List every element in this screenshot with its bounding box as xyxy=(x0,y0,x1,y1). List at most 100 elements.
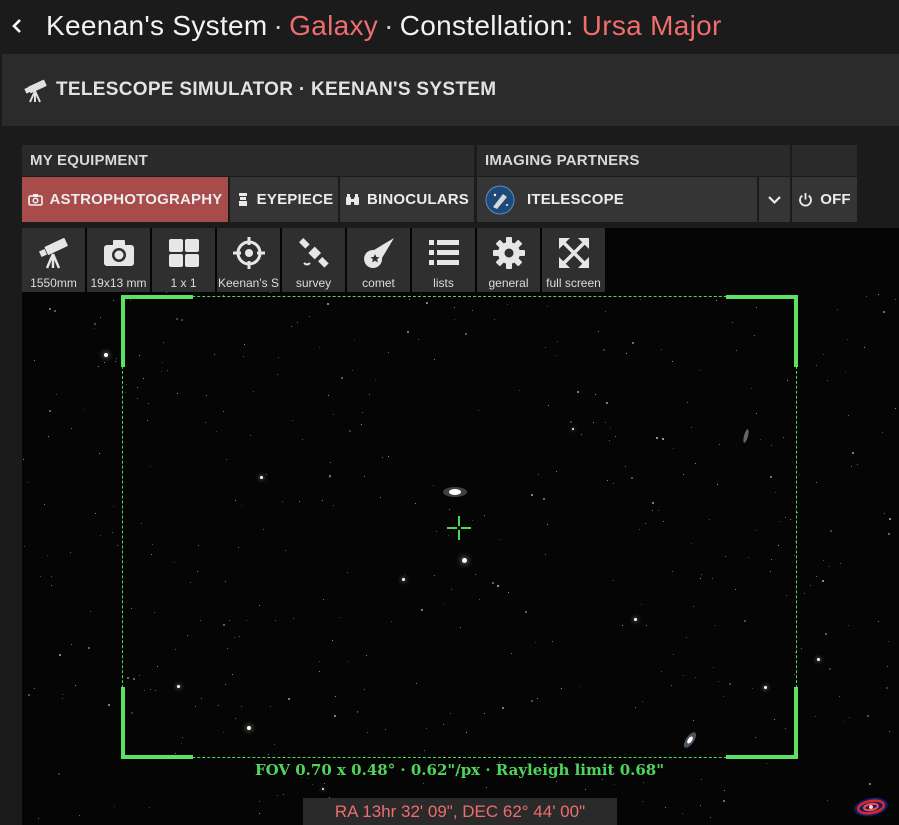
title-separator: · xyxy=(384,10,394,41)
sky-view[interactable]: 1550mm 19x13 mm 1 x 1 Keenan's S survey … xyxy=(22,228,899,825)
general-settings-tool[interactable]: general xyxy=(477,228,540,292)
binning-tool[interactable]: 1 x 1 xyxy=(152,228,215,292)
star xyxy=(51,576,52,577)
star xyxy=(830,530,832,532)
star xyxy=(724,790,725,791)
star xyxy=(851,466,852,467)
star xyxy=(797,512,798,513)
star xyxy=(486,787,487,788)
star xyxy=(84,409,85,410)
star xyxy=(79,815,80,816)
full-screen-tool[interactable]: full screen xyxy=(542,228,605,292)
fov-corner xyxy=(726,295,798,367)
star xyxy=(827,380,828,381)
star xyxy=(823,560,824,561)
star xyxy=(58,773,60,775)
star xyxy=(38,818,39,819)
comet-icon xyxy=(363,238,394,268)
fullscreen-icon xyxy=(558,238,589,268)
camera-icon xyxy=(27,194,43,206)
star xyxy=(149,807,150,808)
sensor-size-tool[interactable]: 19x13 mm xyxy=(87,228,150,292)
star xyxy=(888,533,890,535)
star xyxy=(895,299,896,300)
star xyxy=(847,339,848,340)
star xyxy=(816,482,817,483)
survey-label: survey xyxy=(295,276,332,290)
title-separator: · xyxy=(273,10,284,41)
eyepiece-button[interactable]: EYEPIECE xyxy=(230,177,338,222)
general-label: general xyxy=(488,276,529,290)
full-screen-label: full screen xyxy=(546,276,601,290)
partner-dropdown-button[interactable] xyxy=(759,177,790,222)
constellation-link[interactable]: Ursa Major xyxy=(582,10,722,41)
star xyxy=(852,452,854,454)
star xyxy=(40,576,41,577)
star xyxy=(59,654,61,656)
power-off-button[interactable]: OFF xyxy=(792,177,857,222)
star xyxy=(113,300,114,301)
grid-icon xyxy=(168,239,199,267)
star xyxy=(44,504,45,505)
star xyxy=(117,545,118,546)
lists-tool[interactable]: lists xyxy=(412,228,475,292)
star xyxy=(556,781,557,782)
star xyxy=(324,783,325,784)
star xyxy=(104,353,108,357)
object-category-link[interactable]: Galaxy xyxy=(289,10,378,41)
focal-length-tool[interactable]: 1550mm xyxy=(22,228,85,292)
star xyxy=(886,687,888,689)
star xyxy=(585,789,586,790)
star xyxy=(312,784,313,785)
star xyxy=(823,354,824,355)
satellite-icon xyxy=(298,238,329,268)
star xyxy=(864,347,865,348)
star xyxy=(322,788,324,790)
star xyxy=(62,698,63,699)
fov-corner xyxy=(121,687,193,759)
star xyxy=(47,555,48,556)
star xyxy=(75,685,76,686)
star xyxy=(642,801,643,802)
star xyxy=(700,805,701,806)
star xyxy=(815,716,816,717)
star xyxy=(810,585,811,586)
star xyxy=(90,611,91,612)
binoculars-button[interactable]: BINOCULARS xyxy=(340,177,474,222)
comet-tool[interactable]: comet xyxy=(347,228,410,292)
star xyxy=(857,464,858,465)
star xyxy=(867,715,869,717)
ra-dec-readout[interactable]: RA 13hr 32' 09", DEC 62° 44' 00" xyxy=(303,798,617,825)
survey-tool[interactable]: survey xyxy=(282,228,345,292)
binoculars-label: BINOCULARS xyxy=(367,191,469,208)
itelescope-partner-button[interactable]: ITELESCOPE xyxy=(477,177,757,222)
star xyxy=(56,394,57,395)
star xyxy=(270,292,271,293)
power-label: OFF xyxy=(820,191,851,208)
sky-toolbar: 1550mm 19x13 mm 1 x 1 Keenan's S survey … xyxy=(22,228,605,292)
star xyxy=(827,800,828,801)
star xyxy=(34,360,35,361)
simulator-title-bar: TELESCOPE SIMULATOR · KEENAN'S SYSTEM xyxy=(2,54,899,126)
star xyxy=(614,784,615,785)
star xyxy=(822,580,824,582)
fov-corner xyxy=(121,295,193,367)
star xyxy=(825,633,827,635)
galaxy-logo-icon[interactable] xyxy=(851,793,891,821)
back-button[interactable] xyxy=(0,0,34,52)
gear-icon xyxy=(492,237,525,269)
star xyxy=(100,535,101,536)
star xyxy=(878,621,879,622)
star xyxy=(104,362,105,363)
star xyxy=(883,311,885,313)
star xyxy=(829,668,831,670)
star xyxy=(643,782,644,783)
star xyxy=(28,694,30,696)
star xyxy=(895,408,896,409)
astrophotography-button[interactable]: ASTROPHOTOGRAPHY xyxy=(22,177,228,222)
target-tool[interactable]: Keenan's S xyxy=(217,228,280,292)
star xyxy=(817,658,820,661)
star xyxy=(24,546,25,547)
lists-label: lists xyxy=(433,276,454,290)
eyepiece-icon xyxy=(238,193,247,206)
